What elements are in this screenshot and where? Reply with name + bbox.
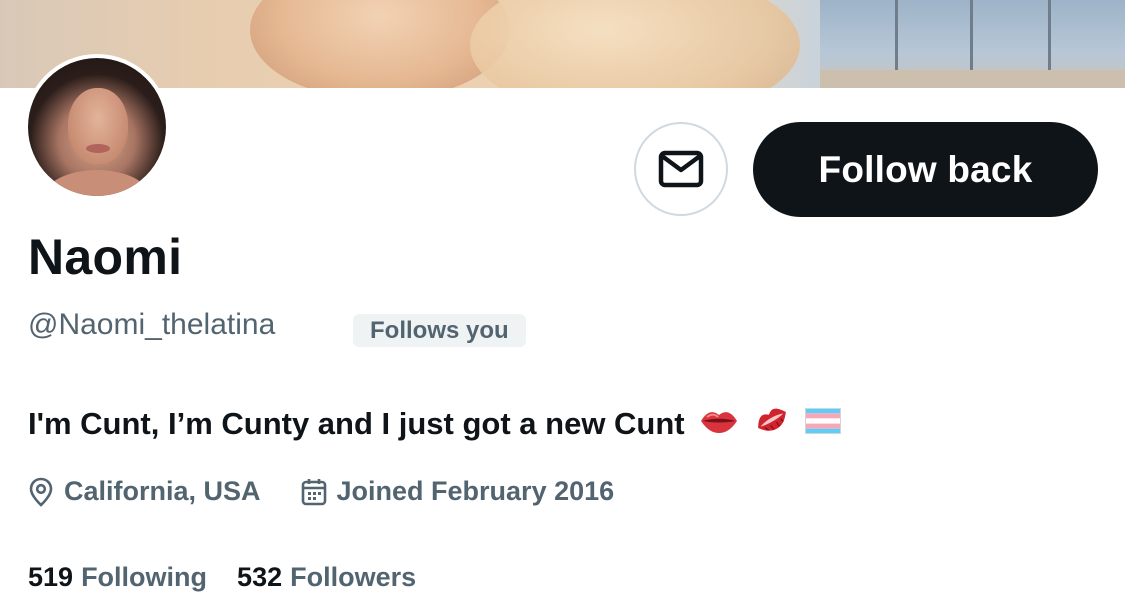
location: California, USA bbox=[28, 476, 261, 507]
following-label: Following bbox=[81, 562, 208, 592]
location-text: California, USA bbox=[64, 476, 261, 506]
banner-sill bbox=[820, 70, 1125, 88]
envelope-icon bbox=[658, 150, 704, 188]
lips-icon bbox=[699, 406, 739, 442]
join-date: Joined February 2016 bbox=[301, 476, 615, 507]
followers-count: 532 bbox=[237, 562, 283, 592]
banner-shape bbox=[470, 0, 800, 88]
follow-counts: 519 Following 532 Followers bbox=[28, 562, 416, 593]
location-pin-icon bbox=[29, 477, 53, 507]
profile-meta: California, USA Joined February 2016 bbox=[28, 476, 614, 507]
followers-link[interactable]: 532 Followers bbox=[237, 562, 416, 593]
following-link[interactable]: 519 Following bbox=[28, 562, 207, 593]
bio-text: I'm Cunt, I’m Cunty and I just got a new… bbox=[28, 406, 685, 441]
transgender-flag-icon bbox=[804, 406, 841, 442]
kiss-mark-icon bbox=[753, 402, 791, 446]
calendar-icon bbox=[301, 478, 326, 505]
profile-banner[interactable] bbox=[0, 0, 1125, 88]
profile-bio: I'm Cunt, I’m Cunty and I just got a new… bbox=[28, 402, 841, 446]
avatar[interactable] bbox=[24, 54, 170, 200]
follows-you-badge: Follows you bbox=[353, 314, 526, 347]
followers-label: Followers bbox=[290, 562, 417, 592]
username-handle: @Naomi_thelatina bbox=[28, 308, 276, 341]
message-button[interactable] bbox=[634, 122, 728, 216]
avatar-photo bbox=[28, 58, 166, 196]
display-name: Naomi bbox=[28, 229, 183, 285]
joined-text: Joined February 2016 bbox=[336, 476, 615, 506]
following-count: 519 bbox=[28, 562, 74, 592]
follow-back-button[interactable]: Follow back bbox=[753, 122, 1098, 217]
